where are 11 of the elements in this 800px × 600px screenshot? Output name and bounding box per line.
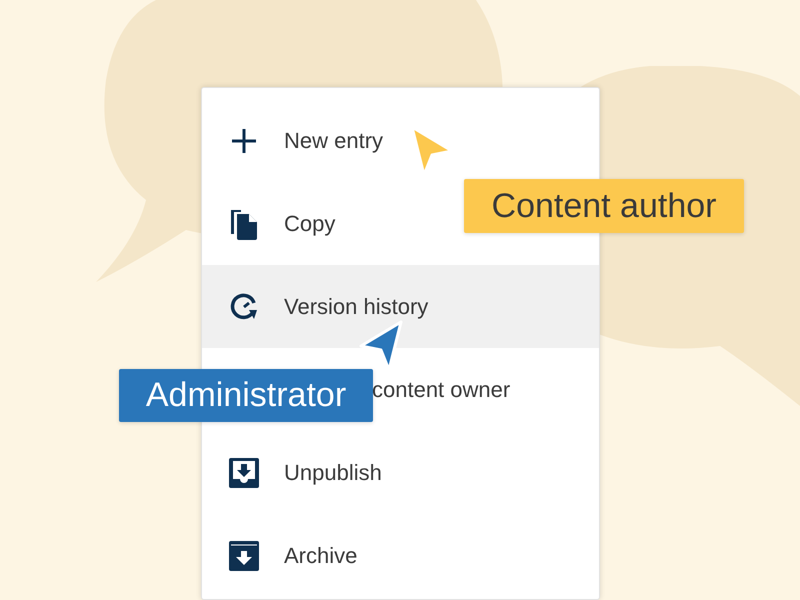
copy-icon bbox=[230, 208, 258, 240]
clock-icon bbox=[229, 292, 259, 322]
user-name-tooltip: Administrator bbox=[119, 369, 373, 422]
menu-item[interactable]: Archive bbox=[202, 514, 599, 597]
plus-icon bbox=[231, 128, 257, 154]
inbox-download-icon bbox=[228, 456, 260, 488]
archive-icon bbox=[228, 540, 260, 572]
menu-item[interactable]: Version history bbox=[202, 265, 599, 348]
menu-item[interactable]: New entry bbox=[202, 99, 599, 182]
user-name-tooltip: Content author bbox=[464, 179, 744, 233]
menu-item[interactable]: Unpublish bbox=[202, 431, 599, 514]
